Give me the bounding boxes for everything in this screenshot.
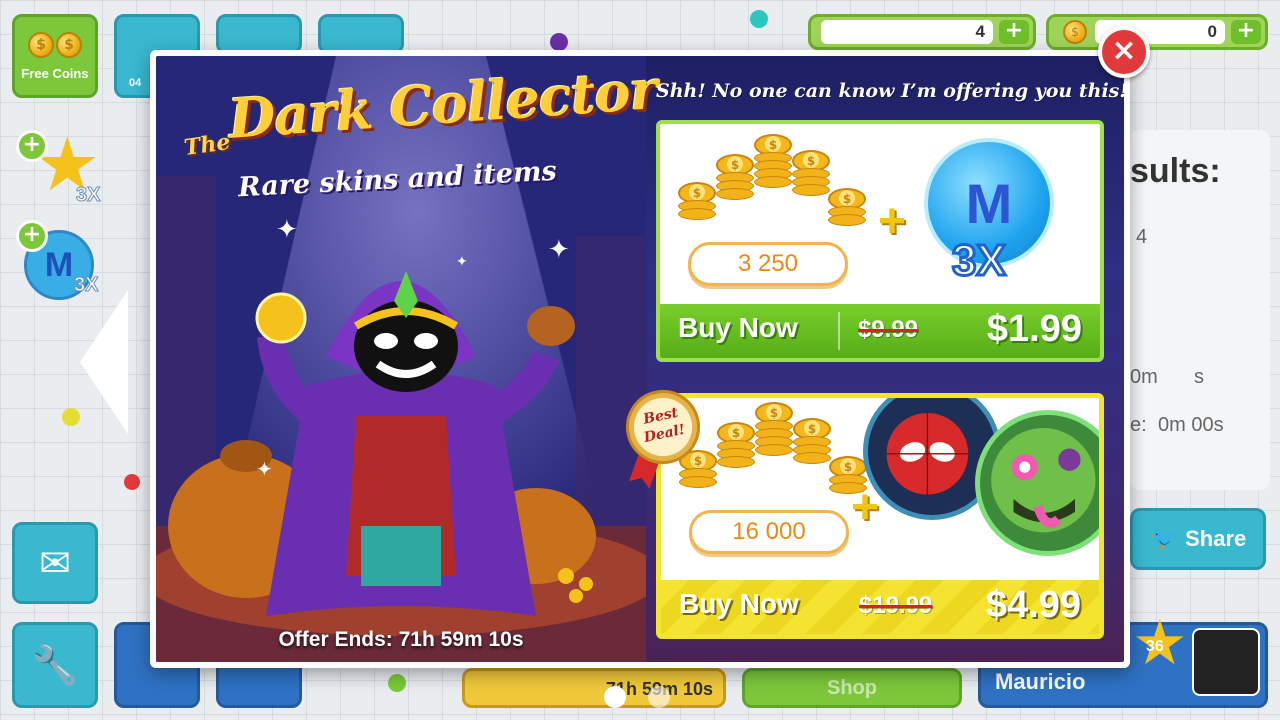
sale-price: $1.99	[986, 308, 1082, 350]
svg-text:✦: ✦	[548, 235, 570, 265]
add-m-boost-button[interactable]: +	[16, 220, 48, 252]
page-indicator	[604, 686, 670, 708]
wrench-icon: 🔧	[31, 643, 79, 687]
shop-button[interactable]: Shop	[742, 668, 962, 708]
coin-icon: $	[28, 31, 54, 58]
results-heading: sults:	[1130, 152, 1221, 190]
potion-tile[interactable]	[318, 14, 404, 54]
event-banner[interactable]: 71h 59m 10s	[462, 668, 726, 708]
secret-tagline: Shh! No one can know I’m offering you th…	[656, 80, 1124, 102]
zombie-skin-icon	[975, 410, 1099, 556]
results-line: 0m	[1130, 366, 1158, 388]
offer-pack-basic[interactable]: $ $ $ $ $ 3 250 + M 3X Buy Now $9.99 $1.…	[656, 120, 1104, 362]
offer-pack-best-deal[interactable]: $ $ $ $ $ 16 000 + Buy Now $19.99 $4.99	[656, 393, 1104, 639]
buy-bar-basic[interactable]: Buy Now $9.99 $1.99	[660, 304, 1100, 358]
coin-amount: 16 000	[689, 510, 849, 554]
offer-modal-body: ✦ ✦ ✦ ✦ The Dark Collector Rare skins an…	[156, 56, 1124, 662]
shop-label: Shop	[827, 676, 877, 699]
mail-button[interactable]: ✉	[12, 522, 98, 604]
boost-multiplier: 3X	[75, 184, 101, 207]
level-star: ★ 36	[1132, 612, 1188, 676]
settings-button[interactable]: 🔧	[12, 622, 98, 708]
player-avatar	[1192, 628, 1260, 696]
token-multiplier: 3X	[951, 235, 1008, 287]
price-divider	[838, 312, 840, 350]
buy-bar-best-deal[interactable]: Buy Now $19.99 $4.99	[661, 580, 1099, 634]
free-coins-label: Free Coins	[21, 65, 89, 81]
free-coins-button[interactable]: $ $ Free Coins	[12, 14, 98, 98]
bg-orb	[550, 33, 568, 51]
close-button[interactable]: ×	[1098, 26, 1150, 78]
player-level: 36	[1146, 638, 1164, 655]
menu-tile[interactable]	[216, 14, 302, 54]
original-price: $19.99	[859, 592, 933, 619]
results-line: 4	[1136, 226, 1148, 248]
previous-arrow[interactable]	[80, 290, 128, 434]
mail-icon: ✉	[39, 541, 71, 585]
plus-icon: +	[878, 195, 907, 248]
tile-caption: 04	[129, 77, 142, 89]
coin-icon: $	[1063, 20, 1087, 44]
results-line: e:	[1130, 414, 1147, 436]
results-panel: sults: 4 0m s e: 0m 00s	[1130, 130, 1270, 490]
results-line: s	[1194, 366, 1204, 388]
bg-orb	[388, 674, 406, 692]
bone-count: 4	[821, 20, 993, 44]
player-name: Mauricio	[995, 669, 1086, 694]
bg-orb	[124, 474, 140, 490]
coin-pile-icon: $ $ $ $ $	[670, 134, 870, 246]
buy-now-button[interactable]: Buy Now	[679, 588, 799, 620]
svg-text:✦: ✦	[276, 215, 298, 245]
bone-counter: ✦ 4 +	[808, 14, 1036, 50]
coin-counter: $ 0 +	[1046, 14, 1268, 50]
coin-amount: 3 250	[688, 242, 848, 286]
svg-text:✦: ✦	[456, 254, 468, 270]
original-price: $9.99	[858, 316, 919, 343]
buy-now-button[interactable]: Buy Now	[678, 312, 798, 344]
offer-countdown: Offer Ends: 71h 59m 10s	[278, 628, 524, 651]
offer-modal: ✦ ✦ ✦ ✦ The Dark Collector Rare skins an…	[150, 26, 1150, 668]
coin-pile-icon: $ $ $ $ $	[671, 402, 871, 514]
add-bones-button[interactable]: +	[999, 20, 1029, 44]
add-coins-button[interactable]: +	[1231, 20, 1261, 44]
add-star-boost-button[interactable]: +	[16, 130, 48, 162]
share-button[interactable]: 🐦 Share	[1130, 508, 1266, 570]
page-dot-active[interactable]	[604, 686, 626, 708]
sale-price: $4.99	[985, 584, 1081, 626]
bg-orb	[750, 10, 768, 28]
coin-icon: $	[56, 31, 82, 58]
twitter-icon: 🐦	[1149, 526, 1178, 552]
page-dot[interactable]	[648, 686, 670, 708]
svg-text:✦: ✦	[256, 457, 273, 481]
bg-orb	[62, 408, 80, 426]
results-line: 0m 00s	[1158, 414, 1224, 436]
share-label: Share	[1185, 526, 1247, 551]
